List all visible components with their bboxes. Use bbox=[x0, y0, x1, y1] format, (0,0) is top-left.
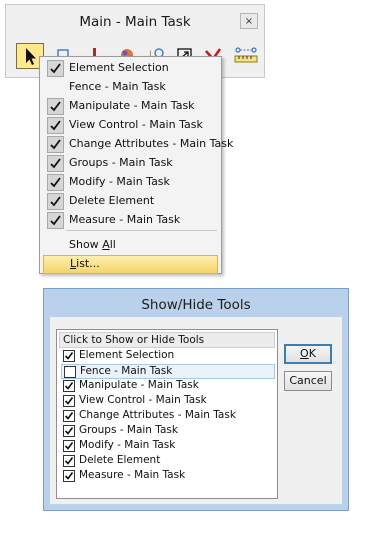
check-icon bbox=[47, 117, 64, 134]
list-item-delete-element[interactable]: Delete Element bbox=[61, 454, 275, 469]
cancel-button[interactable]: Cancel bbox=[284, 371, 332, 391]
menu-item-label: Groups - Main Task bbox=[69, 156, 173, 169]
checkbox[interactable] bbox=[63, 380, 75, 392]
list-item-fence[interactable]: Fence - Main Task bbox=[61, 364, 275, 379]
menu-item-measure[interactable]: Measure - Main Task bbox=[43, 211, 218, 230]
checkbox[interactable] bbox=[63, 455, 75, 467]
check-icon bbox=[47, 136, 64, 153]
ok-button[interactable]: OK bbox=[284, 344, 332, 364]
menu-item-label: Modify - Main Task bbox=[69, 175, 170, 188]
check-icon bbox=[47, 174, 64, 191]
menu-item-label: Delete Element bbox=[69, 194, 155, 207]
checkbox[interactable] bbox=[63, 410, 75, 422]
list-item-change-attributes[interactable]: Change Attributes - Main Task bbox=[61, 409, 275, 424]
menu-item-modify[interactable]: Modify - Main Task bbox=[43, 173, 218, 192]
dialog-body: Click to Show or Hide Tools Element Sele… bbox=[50, 317, 342, 504]
menu-item-change-attributes[interactable]: Change Attributes - Main Task bbox=[43, 135, 233, 154]
list-item-label: Manipulate - Main Task bbox=[79, 379, 199, 391]
menu-separator bbox=[66, 230, 217, 231]
toolbar-context-menu: Element Selection Fence - Main Task Mani… bbox=[39, 56, 233, 274]
list-item-groups[interactable]: Groups - Main Task bbox=[61, 424, 275, 439]
check-icon bbox=[47, 98, 64, 115]
checkbox[interactable] bbox=[64, 366, 76, 378]
menu-item-list[interactable]: List... bbox=[43, 255, 218, 274]
checkbox[interactable] bbox=[63, 470, 75, 482]
dialog-title: Show/Hide Tools bbox=[141, 297, 251, 313]
show-hide-tools-dialog: Show/Hide Tools Click to Show or Hide To… bbox=[43, 288, 349, 511]
menu-item-groups[interactable]: Groups - Main Task bbox=[43, 154, 218, 173]
menu-item-label: Show All bbox=[69, 238, 116, 251]
list-item-label: Modify - Main Task bbox=[79, 439, 176, 451]
menu-item-label: List... bbox=[70, 257, 100, 270]
checkbox[interactable] bbox=[63, 350, 75, 362]
check-icon bbox=[47, 60, 64, 77]
list-item-label: Fence - Main Task bbox=[80, 365, 173, 377]
list-header: Click to Show or Hide Tools bbox=[59, 332, 275, 348]
menu-item-manipulate[interactable]: Manipulate - Main Task bbox=[43, 97, 218, 116]
check-icon bbox=[47, 193, 64, 210]
menu-item-delete-element[interactable]: Delete Element bbox=[43, 192, 218, 211]
tools-list: Click to Show or Hide Tools Element Sele… bbox=[56, 329, 278, 499]
menu-item-label: Fence - Main Task bbox=[69, 80, 166, 93]
list-item-element-selection[interactable]: Element Selection bbox=[61, 349, 275, 364]
list-item-measure[interactable]: Measure - Main Task bbox=[61, 469, 275, 484]
list-item-label: View Control - Main Task bbox=[79, 394, 207, 406]
list-item-view-control[interactable]: View Control - Main Task bbox=[61, 394, 275, 409]
list-item-label: Groups - Main Task bbox=[79, 424, 178, 436]
menu-item-show-all[interactable]: Show All bbox=[43, 236, 218, 255]
menu-item-fence[interactable]: Fence - Main Task bbox=[43, 78, 218, 97]
menu-item-label: Change Attributes - Main Task bbox=[69, 137, 234, 150]
checkbox[interactable] bbox=[63, 440, 75, 452]
list-item-label: Delete Element bbox=[79, 454, 161, 466]
check-icon bbox=[47, 212, 64, 229]
menu-item-label: View Control - Main Task bbox=[69, 118, 203, 131]
toolbar-title: Main - Main Task bbox=[79, 14, 191, 30]
checkbox[interactable] bbox=[63, 395, 75, 407]
menu-item-view-control[interactable]: View Control - Main Task bbox=[43, 116, 218, 135]
measure-tool[interactable] bbox=[232, 43, 260, 69]
list-item-manipulate[interactable]: Manipulate - Main Task bbox=[61, 379, 275, 394]
menu-item-label: Measure - Main Task bbox=[69, 213, 181, 226]
list-item-modify[interactable]: Modify - Main Task bbox=[61, 439, 275, 454]
list-item-label: Element Selection bbox=[79, 349, 175, 361]
list-item-label: Change Attributes - Main Task bbox=[79, 409, 236, 421]
close-button[interactable]: × bbox=[240, 13, 258, 29]
menu-item-element-selection[interactable]: Element Selection bbox=[43, 59, 218, 78]
checkbox[interactable] bbox=[63, 425, 75, 437]
list-item-label: Measure - Main Task bbox=[79, 469, 186, 481]
menu-item-label: Element Selection bbox=[69, 61, 169, 74]
menu-item-label: Manipulate - Main Task bbox=[69, 99, 195, 112]
check-icon bbox=[47, 155, 64, 172]
